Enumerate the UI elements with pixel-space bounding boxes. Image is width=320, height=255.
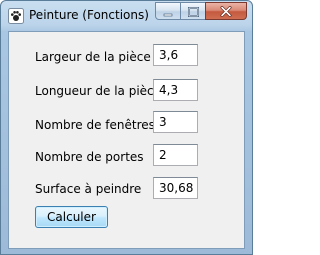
portes-field[interactable]: 2 (153, 144, 198, 166)
surface-field[interactable]: 30,68 (153, 177, 198, 199)
paw-print-icon[interactable] (8, 8, 24, 24)
maximize-icon (187, 2, 199, 21)
minimize-icon (163, 2, 173, 21)
fenetres-field[interactable]: 3 (153, 111, 198, 133)
window-title: Peinture (Fonctions) (29, 8, 149, 22)
label-longueur: Longueur de la pièce (35, 84, 162, 98)
label-portes: Nombre de portes (35, 150, 144, 164)
calculer-button[interactable]: Calculer (35, 206, 108, 228)
title-bar[interactable]: Peinture (Fonctions) (1, 1, 252, 31)
label-fenetres: Nombre de fenêtres (35, 118, 155, 132)
label-surface: Surface à peindre (35, 182, 142, 196)
largeur-field[interactable]: 3,6 (153, 44, 198, 66)
form-area: Largeur de la pièce 3,6 Longueur de la p… (8, 31, 245, 249)
minimize-button[interactable] (155, 2, 181, 20)
app-window: Peinture (Fonctions) Largeur de la pièce… (0, 0, 253, 255)
close-icon (220, 2, 232, 21)
close-button[interactable] (205, 2, 247, 20)
caption-buttons (155, 2, 247, 20)
maximize-button[interactable] (180, 2, 206, 20)
longueur-field[interactable]: 4,3 (153, 79, 198, 101)
label-largeur: Largeur de la pièce (35, 50, 151, 64)
